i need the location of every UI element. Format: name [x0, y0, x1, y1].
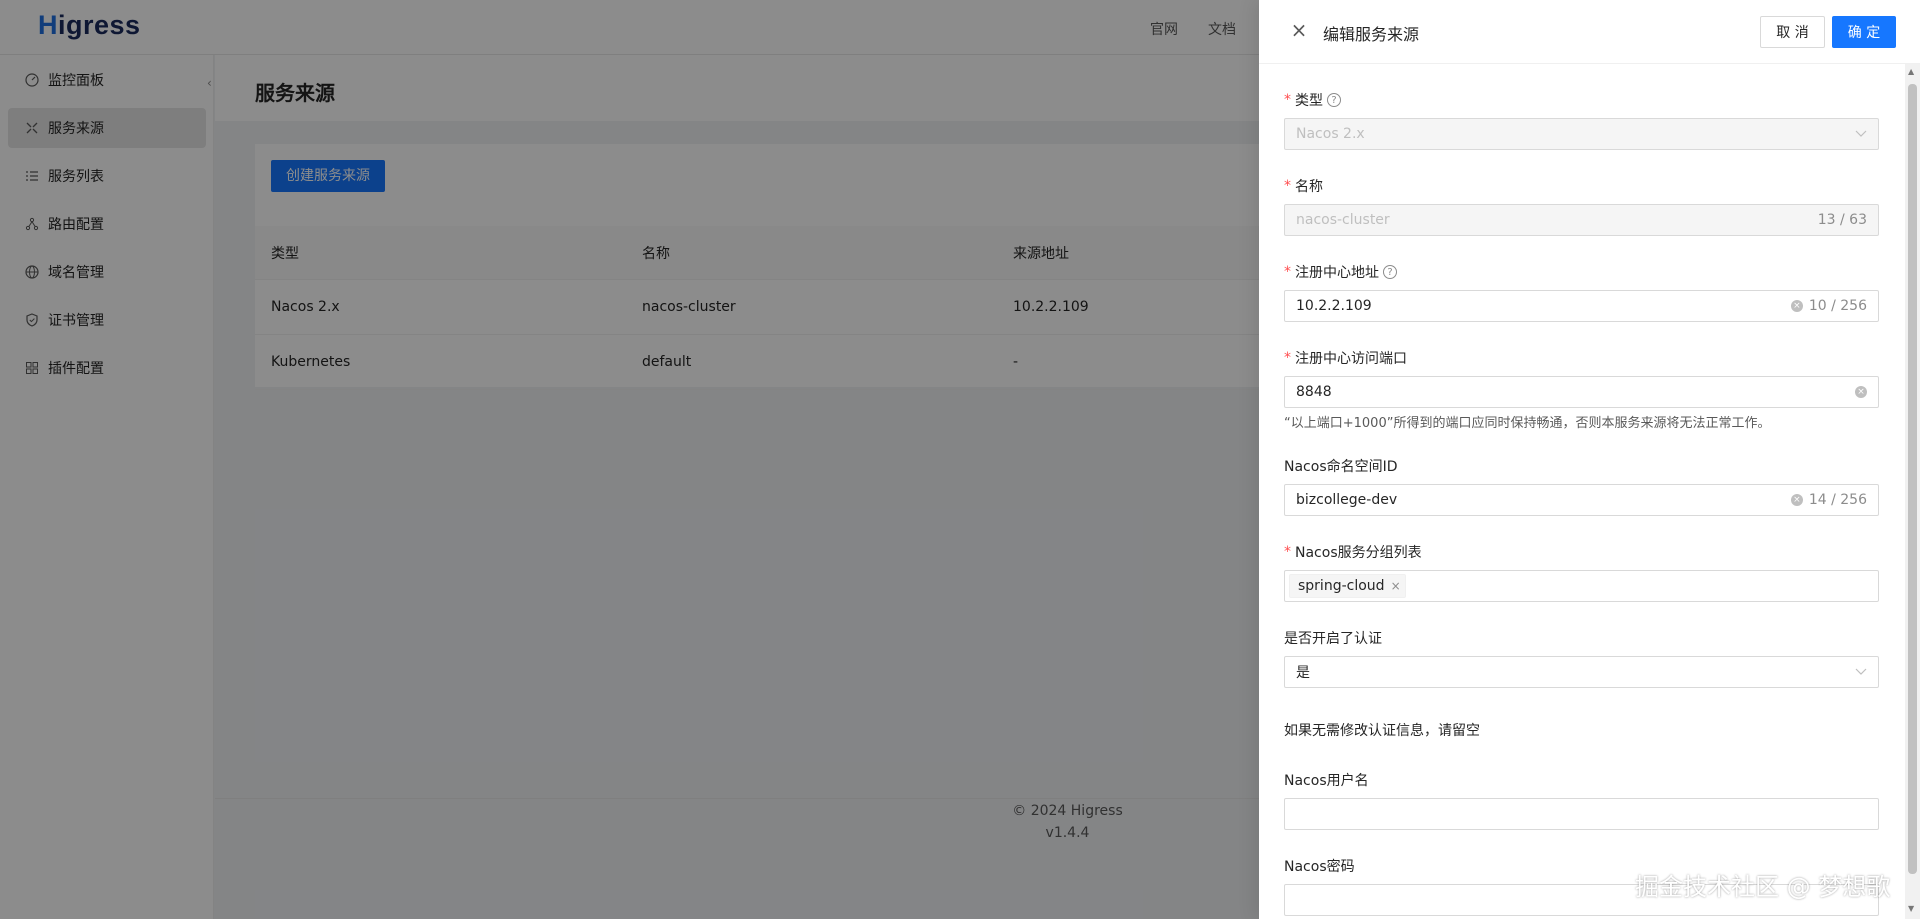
watermark: 掘金技术社区 @ 梦想歌 — [1635, 873, 1891, 901]
groups-tag-select[interactable]: spring-cloud × — [1284, 570, 1879, 602]
name-label: * 名称 — [1284, 178, 1323, 195]
drawer-title: 编辑服务来源 — [1323, 25, 1420, 44]
namespace-id-input[interactable]: bizcollege-dev × 14 / 256 — [1284, 484, 1879, 516]
clear-icon[interactable]: × — [1790, 494, 1803, 506]
question-circle-icon[interactable]: ? — [1327, 93, 1341, 107]
drawer-header: × 编辑服务来源 取 消 确 定 — [1259, 0, 1920, 64]
required-mark: * — [1284, 544, 1291, 560]
groups-label: * Nacos服务分组列表 — [1284, 544, 1422, 561]
scroll-down-icon[interactable]: ▼ — [1908, 904, 1914, 913]
cancel-button[interactable]: 取 消 — [1760, 16, 1825, 48]
required-mark: * — [1284, 350, 1291, 366]
confirm-button[interactable]: 确 定 — [1832, 16, 1896, 48]
chevron-down-icon — [1855, 665, 1867, 679]
username-label: Nacos用户名 — [1284, 773, 1369, 789]
auth-hint: 如果无需修改认证信息，请留空 — [1284, 723, 1480, 739]
char-counter: 13 / 63 — [1817, 212, 1867, 228]
char-counter: 10 / 256 — [1808, 298, 1867, 314]
registry-port-label: * 注册中心访问端口 — [1284, 350, 1407, 367]
name-input[interactable]: nacos-cluster 13 / 63 — [1284, 204, 1879, 236]
type-select[interactable]: Nacos 2.x — [1284, 118, 1879, 150]
drawer-scrollbar[interactable]: ▲ ▼ — [1905, 64, 1920, 919]
tag-close-icon[interactable]: × — [1391, 579, 1401, 593]
edit-service-source-drawer: × 编辑服务来源 取 消 确 定 * 类型 ? Nacos 2.x * 名称 n… — [1259, 0, 1920, 919]
question-circle-icon[interactable]: ? — [1383, 265, 1397, 279]
clear-icon[interactable]: × — [1855, 386, 1867, 398]
scroll-thumb[interactable] — [1908, 84, 1917, 874]
registry-port-input[interactable]: 8848 × — [1284, 376, 1879, 408]
port-hint: “以上端口+1000”所得到的端口应同时保持畅通，否则本服务来源将无法正常工作。 — [1284, 416, 1771, 431]
drawer-form: * 类型 ? Nacos 2.x * 名称 nacos-cluster 13 /… — [1259, 64, 1920, 919]
auth-enabled-label: 是否开启了认证 — [1284, 631, 1382, 647]
char-counter: 14 / 256 — [1808, 492, 1867, 508]
registry-address-input[interactable]: 10.2.2.109 × 10 / 256 — [1284, 290, 1879, 322]
scroll-up-icon[interactable]: ▲ — [1908, 67, 1914, 76]
chevron-down-icon — [1855, 127, 1867, 141]
required-mark: * — [1284, 92, 1291, 108]
group-tag: spring-cloud × — [1289, 574, 1406, 598]
password-label: Nacos密码 — [1284, 859, 1355, 875]
namespace-id-label: Nacos命名空间ID — [1284, 459, 1398, 475]
registry-address-label: * 注册中心地址 ? — [1284, 262, 1397, 282]
required-mark: * — [1284, 264, 1291, 280]
username-input[interactable] — [1284, 798, 1879, 830]
required-mark: * — [1284, 178, 1291, 194]
auth-enabled-select[interactable]: 是 — [1284, 656, 1879, 688]
close-icon[interactable]: × — [1289, 20, 1309, 40]
type-label: * 类型 ? — [1284, 90, 1341, 110]
clear-icon[interactable]: × — [1790, 300, 1803, 312]
